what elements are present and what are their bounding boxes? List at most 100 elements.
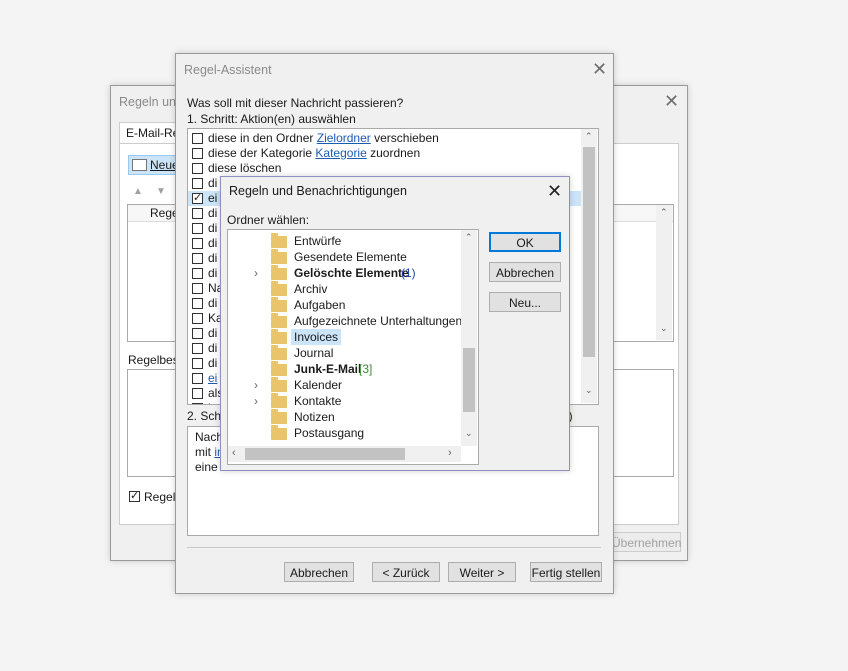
action-list-scrollbar[interactable]: ⌃ ⌄	[581, 129, 597, 403]
next-button[interactable]: Weiter >	[448, 562, 516, 582]
folder-name: Archiv	[294, 282, 328, 296]
folder-icon	[271, 409, 287, 424]
contacts-icon	[271, 393, 287, 408]
close-icon[interactable]: ✕	[592, 60, 607, 78]
action-checkbox[interactable]	[192, 388, 203, 399]
folder-item[interactable]: › Kalender	[228, 377, 461, 393]
folder-item[interactable]: Archiv	[228, 281, 461, 297]
action-text: diese in den Ordner Zielordner verschieb…	[208, 131, 439, 145]
folder-name: Invoices	[291, 329, 342, 345]
checkmark-icon: ✓	[193, 192, 203, 204]
action-checkbox[interactable]	[192, 148, 203, 159]
apply-button[interactable]: Übernehmen	[611, 532, 681, 552]
expand-chevron-icon[interactable]: ›	[254, 393, 258, 409]
wizard-title: Regel-Assistent	[184, 63, 272, 77]
action-checkbox[interactable]	[192, 283, 203, 294]
folder-item[interactable]: Journal	[228, 345, 461, 361]
move-down-icon[interactable]: ▼	[156, 186, 166, 197]
scroll-down-icon[interactable]: ⌄	[585, 385, 593, 396]
folder-item[interactable]: › Kontakte	[228, 393, 461, 409]
scroll-down-icon[interactable]: ⌄	[465, 428, 473, 439]
cancel-button[interactable]: Abbrechen	[489, 262, 561, 282]
folder-item[interactable]: › Gelöschte Elemente (1)	[228, 265, 461, 281]
new-rule-button[interactable]: Neue	[128, 155, 182, 175]
scroll-thumb[interactable]	[245, 448, 405, 460]
trash-icon	[271, 265, 287, 280]
action-checkbox[interactable]: ✓	[192, 192, 203, 204]
action-link[interactable]: ei	[208, 371, 217, 385]
apply-button-label: Übernehmen	[612, 536, 682, 550]
enable-rules-checkbox[interactable]: ✓	[129, 490, 140, 502]
action-checkbox[interactable]	[192, 208, 203, 219]
action-checkbox[interactable]	[192, 373, 203, 384]
close-icon[interactable]: ✕	[664, 92, 679, 110]
action-checkbox[interactable]	[192, 178, 203, 189]
folder-item[interactable]: Invoices	[228, 329, 461, 345]
folder-item[interactable]: Aufgaben	[228, 297, 461, 313]
folder-item[interactable]: Aufgezeichnete Unterhaltungen	[228, 313, 462, 329]
action-text: di	[208, 236, 218, 250]
junk-icon	[271, 361, 287, 376]
ok-button[interactable]: OK	[489, 232, 561, 252]
scroll-down-icon[interactable]: ⌄	[660, 323, 668, 334]
new-folder-button[interactable]: Neu...	[489, 292, 561, 312]
folder-name: Junk-E-Mail	[294, 362, 362, 376]
folder-item[interactable]: Postausgang	[228, 425, 461, 441]
new-rule-icon	[132, 159, 147, 171]
cancel-button[interactable]: Abbrechen	[284, 562, 354, 582]
action-checkbox[interactable]	[192, 268, 203, 279]
action-item[interactable]: diese in den Ordner Zielordner verschieb…	[188, 131, 581, 146]
folder-item[interactable]: Notizen	[228, 409, 461, 425]
scroll-up-icon[interactable]: ⌃	[660, 207, 668, 218]
drafts-icon	[271, 233, 287, 248]
folder-tree[interactable]: Entwürfe Gesendete Elemente › Gelöschte Ele…	[227, 229, 479, 465]
folder-item[interactable]: Junk-E-Mail [3]	[228, 361, 461, 377]
folder-tree-hscrollbar[interactable]: ‹ ›	[228, 446, 461, 462]
action-checkbox[interactable]	[192, 358, 203, 369]
choose-folder-label: Ordner wählen:	[227, 213, 310, 227]
tab-email-rules[interactable]: E-Mail-Re	[119, 122, 181, 143]
action-text: diese löschen	[208, 161, 282, 175]
ok-button-label: OK	[516, 236, 534, 250]
folder-item[interactable]: Gesendete Elemente	[228, 249, 461, 265]
rules-list-scrollbar[interactable]: ⌃ ⌄	[656, 205, 672, 340]
action-checkbox[interactable]	[192, 328, 203, 339]
separator	[187, 547, 601, 548]
action-checkbox[interactable]	[192, 403, 203, 404]
scroll-thumb[interactable]	[583, 147, 595, 357]
action-checkbox[interactable]	[192, 343, 203, 354]
back-button[interactable]: < Zurück	[372, 562, 440, 582]
action-text: di	[208, 356, 218, 370]
action-link[interactable]: Zielordner	[317, 131, 371, 145]
move-up-icon[interactable]: ▲	[133, 186, 143, 197]
action-checkbox[interactable]	[192, 253, 203, 264]
scroll-left-icon[interactable]: ‹	[232, 447, 236, 459]
desc-line: Nach	[195, 430, 224, 444]
folder-name: Kalender	[294, 378, 343, 392]
tab-label: E-Mail-Re	[126, 126, 180, 140]
action-checkbox[interactable]	[192, 238, 203, 249]
action-checkbox[interactable]	[192, 298, 203, 309]
action-item[interactable]: diese löschen	[188, 161, 581, 176]
action-checkbox[interactable]	[192, 313, 203, 324]
action-checkbox[interactable]	[192, 133, 203, 144]
expand-chevron-icon[interactable]: ›	[254, 265, 258, 281]
scroll-thumb[interactable]	[463, 348, 475, 412]
action-checkbox[interactable]	[192, 163, 203, 174]
action-link[interactable]: Kategorie	[315, 146, 366, 160]
scroll-right-icon[interactable]: ›	[448, 447, 452, 459]
scroll-up-icon[interactable]: ⌃	[585, 131, 593, 142]
action-text: di	[208, 221, 218, 235]
close-icon[interactable]: ✕	[547, 182, 562, 200]
expand-chevron-icon[interactable]: ›	[254, 377, 258, 393]
folder-tree-vscrollbar[interactable]: ⌃ ⌄	[461, 230, 477, 446]
sent-items-icon	[271, 249, 287, 264]
finish-button[interactable]: Fertig stellen	[530, 562, 602, 582]
action-text: ke	[208, 401, 221, 404]
next-button-label: Weiter >	[459, 566, 505, 580]
rule-description-label: Regelbes	[128, 353, 179, 367]
action-item[interactable]: diese der Kategorie Kategorie zuordnen	[188, 146, 581, 161]
scroll-up-icon[interactable]: ⌃	[465, 232, 473, 243]
folder-item[interactable]: Entwürfe	[228, 233, 461, 249]
action-checkbox[interactable]	[192, 223, 203, 234]
